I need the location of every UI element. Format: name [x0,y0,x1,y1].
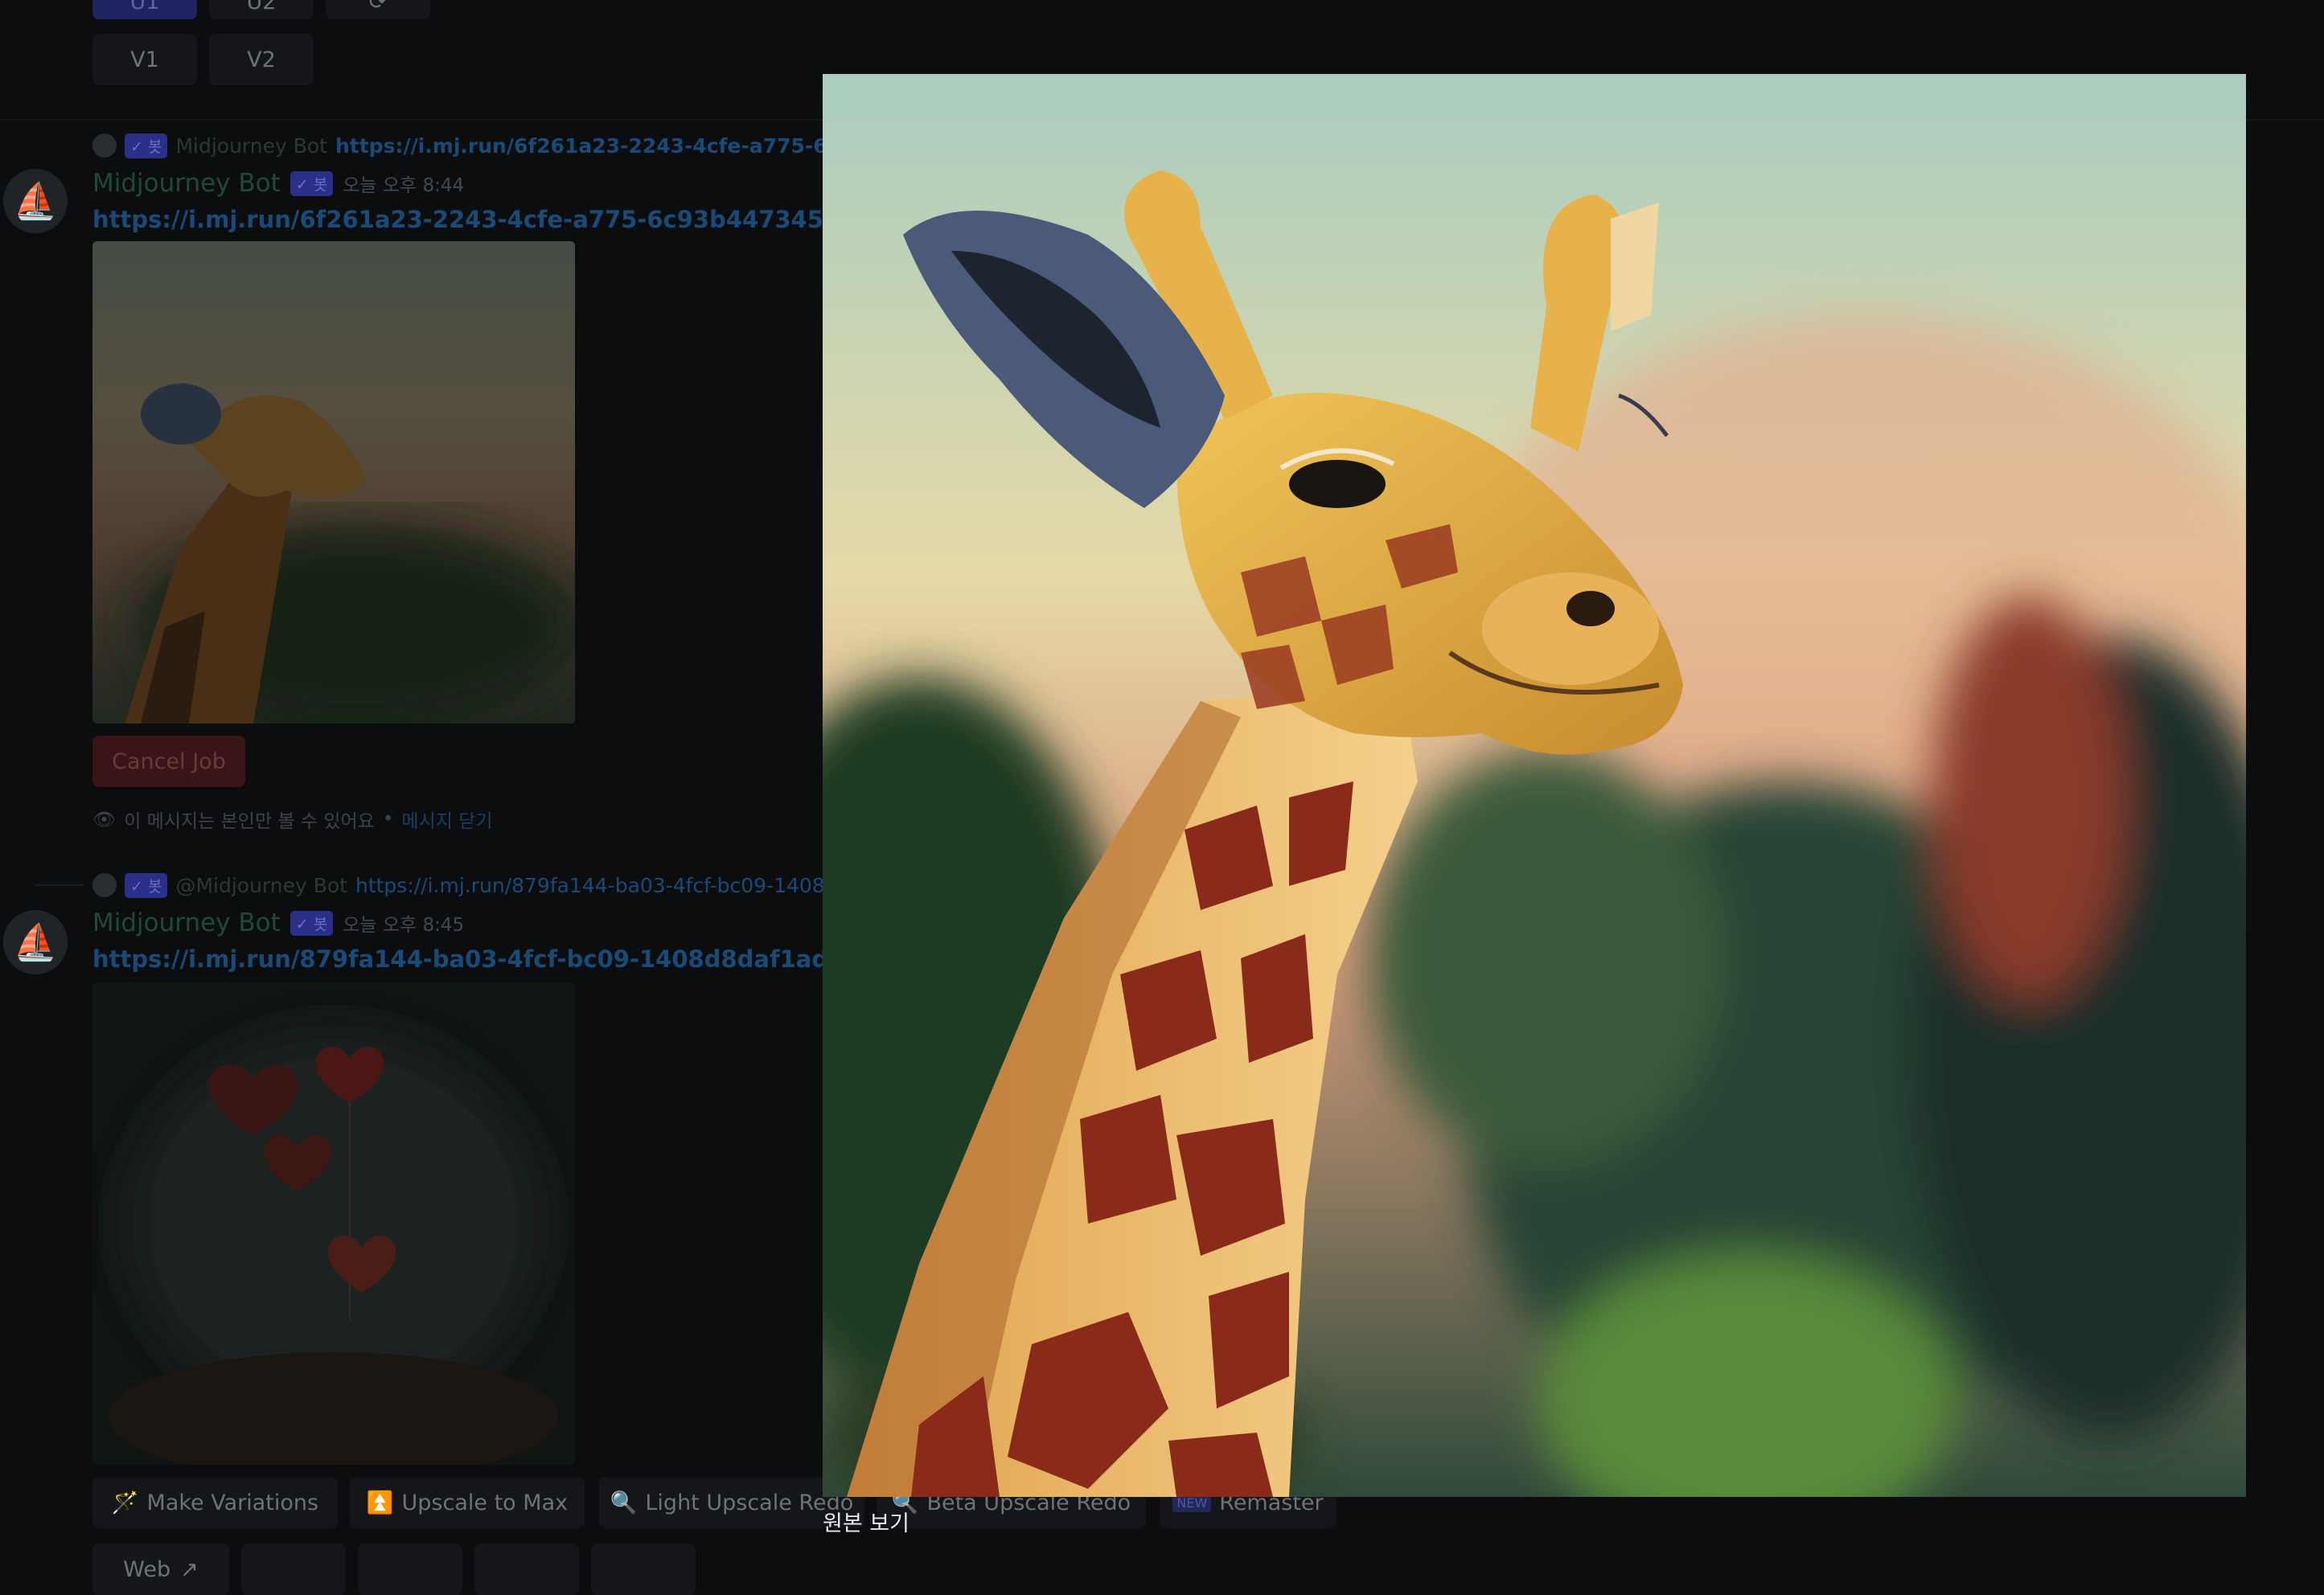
reply-spine [35,884,84,886]
author-name[interactable]: Midjourney Bot [92,169,281,198]
reply-line: ✓ 봇 @Midjourney Bot https://i.mj.run/879… [92,871,825,899]
eye-icon: 👁 [92,809,117,830]
sailboat-icon: ⛵ [13,181,58,222]
timestamp: 오늘 오후 8:45 [343,915,465,936]
make-variations-label: Make Variations [146,1490,319,1515]
reaction-button-1[interactable] [241,1544,346,1595]
reaction-button-2[interactable] [358,1544,462,1595]
u2-button[interactable]: U2 [209,0,314,19]
bot-badge: ✓ 봇 [289,170,334,196]
sailboat-icon: ⛵ [13,922,58,963]
reply-link[interactable]: https://i.mj.run/6f261a23-2243-4cfe-a775… [335,134,881,158]
reaction-button-3[interactable] [474,1544,579,1595]
upscale-max-button[interactable]: ⏫ Upscale to Max [350,1477,585,1528]
lightbox-image[interactable] [823,74,2246,1497]
image-link[interactable]: https://i.mj.run/879fa144-ba03-4fcf-bc09… [92,945,906,973]
upscale-icon: ⏫ [366,1490,394,1515]
bot-badge: ✓ 봇 [125,133,168,158]
message-header: Midjourney Bot ✓ 봇 오늘 오후 8:44 [92,169,464,198]
separator: • [382,809,394,830]
ephemeral-text: 이 메시지는 본인만 볼 수 있어요 [124,811,375,832]
reply-line: ✓ 봇 Midjourney Bot https://i.mj.run/6f26… [92,132,881,159]
cancel-job-button[interactable]: Cancel Job [92,736,245,787]
reaction-button-4[interactable] [591,1544,696,1595]
refresh-icon: ⟳ [368,0,388,14]
v1-button[interactable]: V1 [92,34,197,85]
message-header: Midjourney Bot ✓ 봇 오늘 오후 8:45 [92,908,464,937]
v2-button[interactable]: V2 [209,34,314,85]
refresh-button[interactable]: ⟳ [326,0,430,19]
bot-badge: ✓ 봇 [125,872,168,898]
external-link-icon: ↗ [180,1556,199,1582]
open-original-link[interactable]: 원본 보기 [823,1506,909,1537]
reply-author[interactable]: @Midjourney Bot [175,874,347,897]
web-button[interactable]: Web ↗ [92,1544,229,1595]
u1-button[interactable]: U1 [92,0,197,19]
reply-author[interactable]: Midjourney Bot [175,134,327,158]
ephemeral-note: 👁 이 메시지는 본인만 볼 수 있어요 • 메시지 닫기 [92,806,493,833]
reply-link[interactable]: https://i.mj.run/879fa144-ba03-4fcf-bc09… [355,874,825,897]
avatar[interactable]: ⛵ [3,169,68,233]
magnifier-icon: 🔍 [610,1490,638,1515]
sparkle-icon: 🪄 [111,1490,139,1515]
make-variations-button[interactable]: 🪄 Make Variations [92,1477,338,1528]
reply-avatar [92,133,117,158]
dismiss-link[interactable]: 메시지 닫기 [401,806,492,833]
bot-badge: ✓ 봇 [289,910,334,936]
giraffe-thumbnail[interactable] [92,241,575,724]
web-label: Web [123,1556,171,1582]
hearts-thumbnail[interactable] [92,982,575,1465]
upscale-max-label: Upscale to Max [401,1490,569,1515]
author-name[interactable]: Midjourney Bot [92,908,281,937]
reply-avatar [92,873,117,897]
avatar[interactable]: ⛵ [3,910,68,974]
timestamp: 오늘 오후 8:44 [343,175,465,196]
image-link[interactable]: https://i.mj.run/6f261a23-2243-4cfe-a775… [92,206,901,233]
